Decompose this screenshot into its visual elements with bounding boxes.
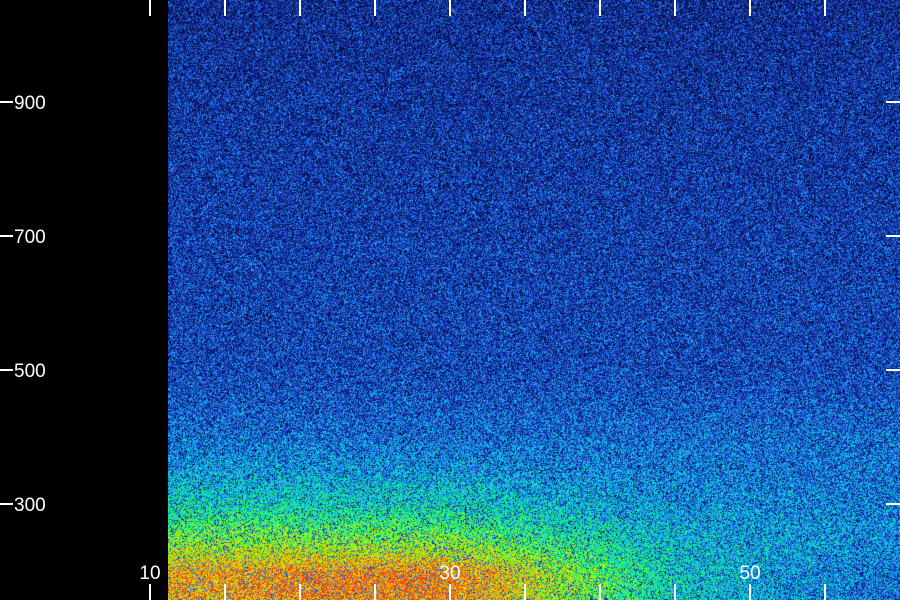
y-tick-label-1: 500 [14, 361, 46, 382]
y-tick-label-3: 900 [14, 93, 46, 114]
y-tick-label-2: 700 [14, 227, 46, 248]
x-tick-label-0: 10 [139, 563, 160, 584]
x-tick-label-4: 30 [439, 563, 460, 584]
heatmap-area [168, 0, 900, 600]
y-tick-label-0: 300 [14, 495, 46, 516]
chart-svg: 10 30 50 300 500 700 900 [0, 0, 900, 600]
spectrogram-chart: 10 30 50 300 500 700 900 [0, 0, 900, 600]
x-tick-label-8: 50 [739, 563, 760, 584]
